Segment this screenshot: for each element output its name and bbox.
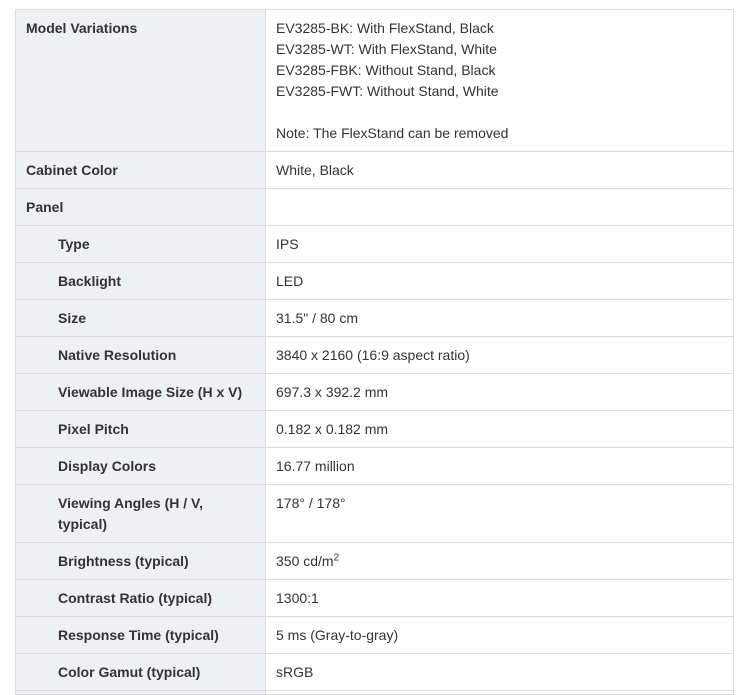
spec-label: Response Time (typical) — [58, 627, 219, 643]
spec-label-line: typical) — [58, 516, 108, 532]
spec-row-size: Size 31.5" / 80 cm — [15, 299, 734, 337]
spec-label-line: Viewing Angles (H / V, — [58, 495, 203, 511]
spec-value-cell — [265, 690, 734, 695]
spec-value: 1300:1 — [276, 590, 319, 606]
spec-row-response-time: Response Time (typical) 5 ms (Gray-to-gr… — [15, 616, 734, 654]
spec-value-cell: 3840 x 2160 (16:9 aspect ratio) — [265, 336, 734, 374]
spec-label-cell — [15, 690, 266, 695]
spec-row-display-colors: Display Colors 16.77 million — [15, 447, 734, 485]
model-variation-line: EV3285-FWT: Without Stand, White — [276, 83, 499, 99]
spec-value-cell: 16.77 million — [265, 447, 734, 485]
spec-label-cell: Size — [15, 299, 266, 337]
spec-label-cell: Contrast Ratio (typical) — [15, 579, 266, 617]
spec-row-type: Type IPS — [15, 225, 734, 263]
spec-label: Native Resolution — [58, 347, 177, 363]
model-variation-line: EV3285-FBK: Without Stand, Black — [276, 62, 496, 78]
spec-label-cell: Color Gamut (typical) — [15, 653, 266, 691]
spec-row-viewable-image-size: Viewable Image Size (H x V) 697.3 x 392.… — [15, 373, 734, 411]
spec-label: Model Variations — [26, 20, 138, 36]
flexstand-note: Note: The FlexStand can be removed — [276, 125, 509, 141]
spec-value: 697.3 x 392.2 mm — [276, 384, 389, 400]
spec-label-cell: Cabinet Color — [15, 151, 266, 189]
spec-value-cell: 1300:1 — [265, 579, 734, 617]
spec-label: Backlight — [58, 273, 122, 289]
spec-label-cell: Viewing Angles (H / V, typical) — [15, 484, 266, 543]
spec-row-viewing-angles: Viewing Angles (H / V, typical) 178° / 1… — [15, 484, 734, 543]
spec-value: 31.5" / 80 cm — [276, 310, 359, 326]
spec-row-color-gamut: Color Gamut (typical) sRGB — [15, 653, 734, 691]
spec-value: White, Black — [276, 162, 354, 178]
spec-label: Display Colors — [58, 458, 157, 474]
model-variation-line: EV3285-BK: With FlexStand, Black — [276, 20, 494, 36]
spec-label: Pixel Pitch — [58, 421, 129, 437]
spec-value-cell: IPS — [265, 225, 734, 263]
spec-row-contrast-ratio: Contrast Ratio (typical) 1300:1 — [15, 579, 734, 617]
spec-value: 5 ms (Gray-to-gray) — [276, 627, 399, 643]
spec-section-panel: Panel — [15, 188, 734, 226]
spec-label: Contrast Ratio (typical) — [58, 590, 213, 606]
spec-value-cell: EV3285-BK: With FlexStand, Black EV3285-… — [265, 9, 734, 152]
spec-value: 178° / 178° — [276, 495, 346, 511]
spec-label-cell: Brightness (typical) — [15, 542, 266, 580]
section-heading: Panel — [26, 199, 64, 215]
spec-value-cell: sRGB — [265, 653, 734, 691]
spec-label-cell: Panel — [15, 188, 266, 226]
spec-value: sRGB — [276, 664, 314, 680]
spec-value-cell: 31.5" / 80 cm — [265, 299, 734, 337]
spec-value-cell: 697.3 x 392.2 mm — [265, 373, 734, 411]
spec-label-cell: Display Colors — [15, 447, 266, 485]
spec-value-cell: White, Black — [265, 151, 734, 189]
model-variation-line: EV3285-WT: With FlexStand, White — [276, 41, 497, 57]
spec-label: Type — [58, 236, 90, 252]
spec-value-cell: 0.182 x 0.182 mm — [265, 410, 734, 448]
brightness-value: 350 cd/m — [276, 553, 334, 569]
spec-table: Model Variations EV3285-BK: With FlexSta… — [15, 9, 734, 695]
spec-value — [266, 189, 733, 225]
spec-label-cell: Type — [15, 225, 266, 263]
spec-value-cell: LED — [265, 262, 734, 300]
spec-label-cell: Model Variations — [15, 9, 266, 152]
brightness-unit-exponent: 2 — [333, 552, 340, 564]
spec-label-cell: Response Time (typical) — [15, 616, 266, 654]
spec-row-native-resolution: Native Resolution 3840 x 2160 (16:9 aspe… — [15, 336, 734, 374]
spec-label: Viewing Angles (H / V, typical) — [16, 485, 265, 542]
spec-value: 3840 x 2160 (16:9 aspect ratio) — [276, 347, 470, 363]
spec-label-cell: Pixel Pitch — [15, 410, 266, 448]
spec-value: IPS — [276, 236, 299, 252]
spec-label-cell: Native Resolution — [15, 336, 266, 374]
spec-row-backlight: Backlight LED — [15, 262, 734, 300]
spec-row-cabinet-color: Cabinet Color White, Black — [15, 151, 734, 189]
spec-row-pixel-pitch: Pixel Pitch 0.182 x 0.182 mm — [15, 410, 734, 448]
spec-value: 0.182 x 0.182 mm — [276, 421, 389, 437]
spec-label-cell: Viewable Image Size (H x V) — [15, 373, 266, 411]
spec-value: LED — [276, 273, 304, 289]
spec-label: Viewable Image Size (H x V) — [58, 384, 243, 400]
spec-value-cell — [265, 188, 734, 226]
spec-value-cell: 350 cd/m2 — [265, 542, 734, 580]
spec-label: Color Gamut (typical) — [58, 664, 201, 680]
spec-label-cell: Backlight — [15, 262, 266, 300]
spec-label: Brightness (typical) — [58, 553, 189, 569]
spec-value-cell: 178° / 178° — [265, 484, 734, 543]
spec-value: 16.77 million — [276, 458, 355, 474]
spec-value-cell: 5 ms (Gray-to-gray) — [265, 616, 734, 654]
spec-row-next-partial — [15, 690, 734, 695]
spec-row-brightness: Brightness (typical) 350 cd/m2 — [15, 542, 734, 580]
spec-label: Cabinet Color — [26, 162, 118, 178]
spec-label: Size — [58, 310, 87, 326]
spec-value: 350 cd/m2 — [266, 543, 733, 579]
spec-row-model-variations: Model Variations EV3285-BK: With FlexSta… — [15, 9, 734, 152]
